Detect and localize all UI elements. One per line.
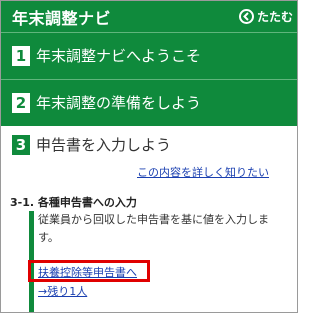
step-welcome[interactable]: 1 年末調整ナビへようこそ	[1, 32, 297, 79]
step-label: 年末調整ナビへようこそ	[36, 47, 202, 65]
chevron-left-icon	[238, 8, 254, 24]
step-label: 年末調整の準備をしよう	[36, 94, 202, 112]
step-number-badge: 2	[12, 93, 30, 113]
panel-header: 年末調整ナビ たたむ	[1, 1, 297, 32]
step-preparation[interactable]: 2 年末調整の準備をしよう	[1, 79, 297, 126]
dependent-deduction-form-link[interactable]: 扶養控除等申告書へ	[38, 264, 137, 280]
step-number-badge: 3	[12, 135, 30, 155]
step-enter-forms: 3 申告書を入力しよう この内容を詳しく知りたい	[1, 126, 297, 186]
section-description: 従業員から回収した申告書を基に値を入力します。	[38, 213, 269, 244]
learn-more-link[interactable]: この内容を詳しく知りたい	[137, 164, 269, 180]
step-number-badge: 1	[12, 46, 30, 66]
year-end-adjustment-navi-panel: 年末調整ナビ たたむ 1 年末調整ナビへようこそ 2 年末調整の準備をしよう 3…	[0, 0, 298, 313]
collapse-button[interactable]: たたむ	[238, 7, 293, 25]
panel-title: 年末調整ナビ	[12, 9, 112, 28]
remaining-count-link[interactable]: →残り1人	[38, 283, 87, 299]
collapse-label: たたむ	[256, 9, 293, 24]
section-title: 3-1. 各種申告書への入力	[10, 196, 137, 209]
step-label: 申告書を入力しよう	[36, 136, 172, 154]
